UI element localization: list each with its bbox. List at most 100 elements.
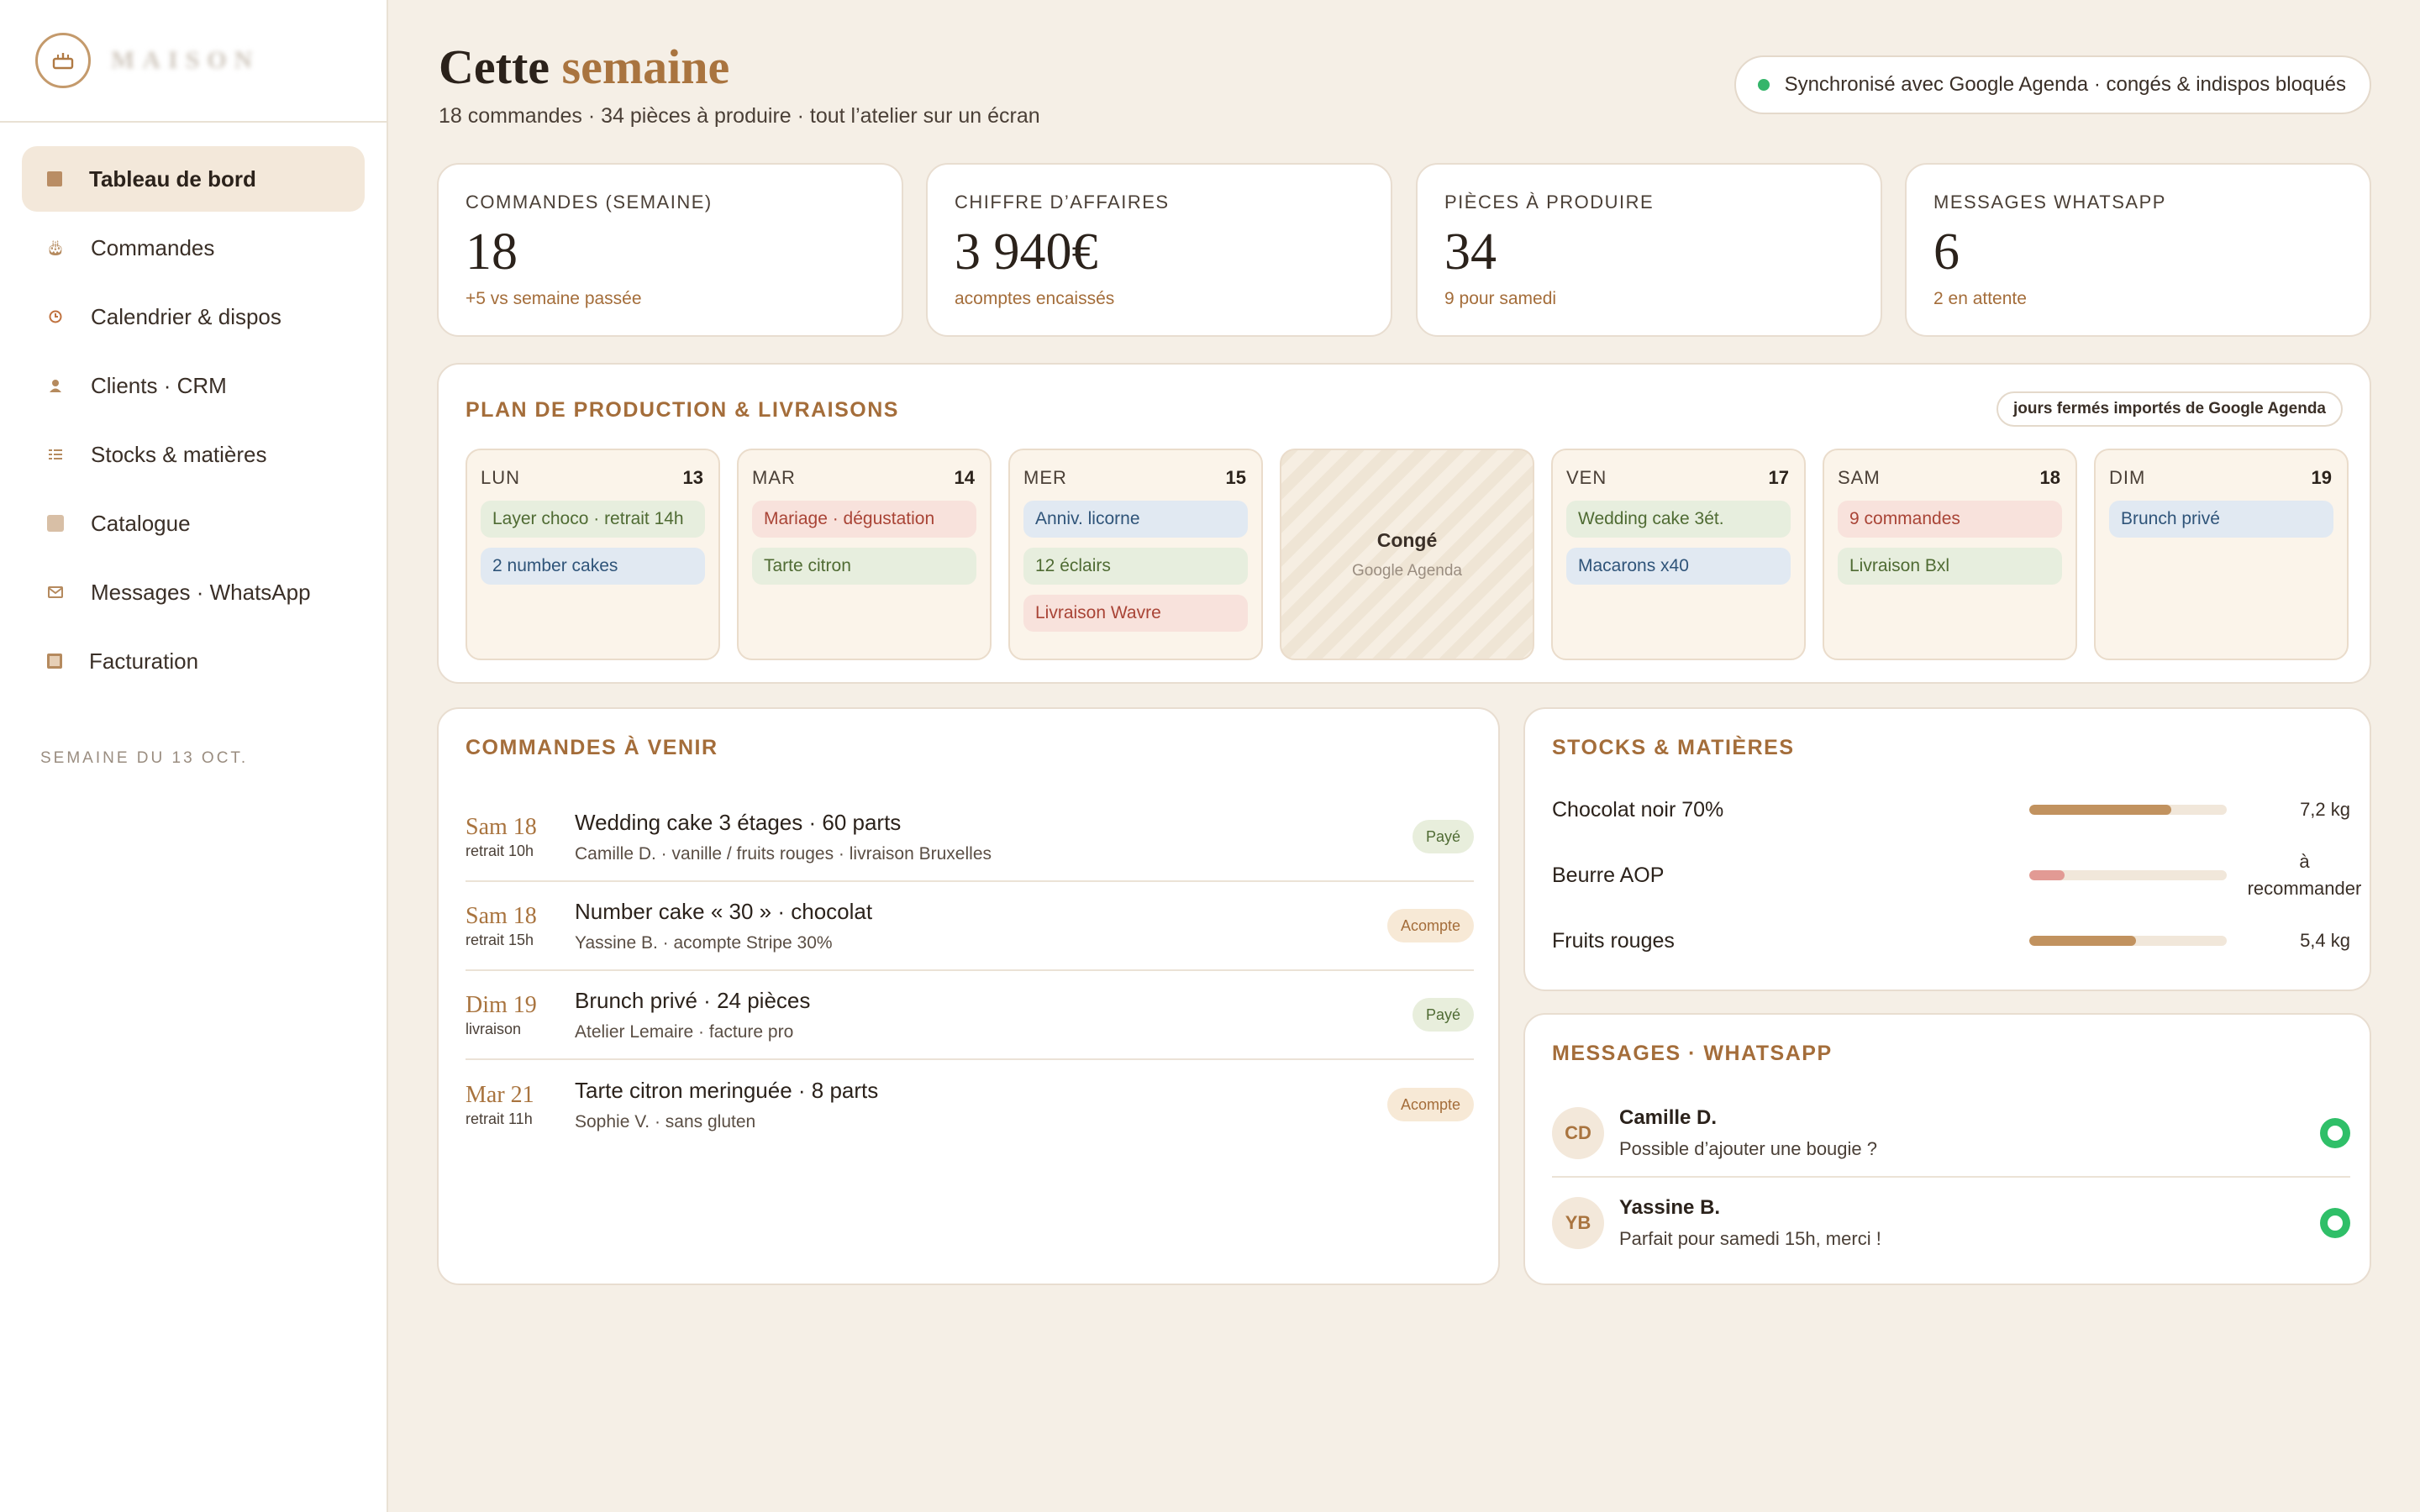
day-column-mon[interactable]: LUN 13 Layer choco · retrait 14h 2 number… — [466, 449, 720, 660]
section-title: STOCKS & MATIÈRES — [1552, 736, 1795, 759]
kpi-value: 18 — [466, 223, 518, 281]
order-detail: Yassine B. · acompte Stripe 30% — [575, 932, 833, 953]
sidebar-item-stocks[interactable]: Stocks & matières — [22, 422, 365, 487]
page-title-accent: semaine — [561, 39, 730, 94]
kpi-card-pieces[interactable]: PIÈCES À PRODUIRE 34 9 pour samedi — [1416, 163, 1882, 337]
stock-name: Fruits rouges — [1552, 928, 1675, 953]
production-plan: PLAN DE PRODUCTION & LIVRAISONS jours fe… — [437, 363, 2371, 684]
order-row[interactable]: Dim 19 livraison Brunch privé · 24 pièces… — [466, 971, 1474, 1060]
day-column-fri[interactable]: VEN 17 Wedding cake 3ét. Macarons x40 — [1551, 449, 1806, 660]
sidebar-nav: Tableau de bord 🎂︎ Commandes Calendrier … — [0, 123, 387, 694]
catalog-icon — [47, 515, 64, 532]
task-chip[interactable]: Macarons x40 — [1566, 548, 1791, 585]
day-off-title: Congé — [1376, 528, 1438, 551]
task-chip[interactable]: Layer choco · retrait 14h — [481, 501, 705, 538]
sync-status-pill[interactable]: Synchronisé avec Google Agenda · congés … — [1733, 55, 2371, 114]
sidebar-item-label: Clients · CRM — [91, 372, 227, 398]
task-chip[interactable]: Mariage · dégustation — [752, 501, 976, 538]
status-badge: Acompte — [1386, 1088, 1474, 1121]
task-chip[interactable]: 12 éclairs — [1023, 548, 1248, 585]
week-days: LUN 13 Layer choco · retrait 14h 2 number… — [466, 449, 2349, 660]
day-name: LUN — [481, 467, 521, 488]
sidebar-item-orders[interactable]: 🎂︎ Commandes — [22, 215, 365, 281]
whatsapp-panel: MESSAGES · WHATSAPP CD Camille D. Possibl… — [1523, 1013, 2371, 1285]
day-name: DIM — [2109, 467, 2146, 488]
day-column-sun[interactable]: DIM 19 Brunch privé — [2094, 449, 2349, 660]
status-badge: Payé — [1412, 998, 1474, 1032]
message-row[interactable]: CD Camille D. Possible d’ajouter une boug… — [1552, 1090, 2350, 1178]
invoice-icon — [47, 654, 62, 669]
whatsapp-icon[interactable] — [2320, 1208, 2350, 1238]
list-icon — [47, 446, 64, 463]
day-number: 13 — [682, 467, 703, 488]
upcoming-orders: COMMANDES À VENIR Sam 18 retrait 10h Wedd… — [437, 707, 1500, 1285]
sidebar-item-clients[interactable]: Clients · CRM — [22, 353, 365, 418]
order-pickup: retrait 10h — [466, 842, 534, 859]
task-chip[interactable]: Livraison Wavre — [1023, 595, 1248, 632]
task-chip[interactable]: 9 commandes — [1838, 501, 2062, 538]
sidebar-item-calendar[interactable]: Calendrier & dispos — [22, 284, 365, 349]
day-name: SAM — [1838, 467, 1881, 488]
kpi-card-messages[interactable]: MESSAGES WHATSAPP 6 2 en attente — [1905, 163, 2371, 337]
day-column-tue[interactable]: MAR 14 Mariage · dégustation Tarte citron — [737, 449, 992, 660]
order-pickup: retrait 11h — [466, 1110, 533, 1127]
day-column-wed[interactable]: MER 15 Anniv. licorne 12 éclairs Livraiso… — [1008, 449, 1263, 660]
task-chip[interactable]: Brunch privé — [2109, 501, 2333, 538]
task-chip[interactable]: Livraison Bxl — [1838, 548, 2062, 585]
task-chip[interactable]: Anniv. licorne — [1023, 501, 1248, 538]
kpi-label: MESSAGES WHATSAPP — [1933, 192, 2166, 213]
stocks-panel: STOCKS & MATIÈRES Chocolat noir 70% 7,2 … — [1523, 707, 2371, 991]
message-row[interactable]: YB Yassine B. Parfait pour samedi 15h, me… — [1552, 1179, 2350, 1267]
order-list: Sam 18 retrait 10h Wedding cake 3 étages … — [466, 793, 1474, 1149]
stock-row[interactable]: Fruits rouges 5,4 kg — [1552, 916, 2350, 966]
stock-row[interactable]: Chocolat noir 70% 7,2 kg — [1552, 785, 2350, 835]
day-number: 19 — [2311, 467, 2332, 488]
order-pickup: livraison — [466, 1020, 522, 1037]
week-label: SEMAINE DU 13 OCT. — [40, 749, 249, 767]
kpi-value: 34 — [1444, 223, 1497, 281]
section-title: COMMANDES À VENIR — [466, 736, 718, 759]
kpi-card-orders[interactable]: COMMANDES (SEMAINE) 18 +5 vs semaine pas… — [437, 163, 903, 337]
sync-status-text: Synchronisé avec Google Agenda · congés … — [1784, 73, 2346, 96]
kpi-note: +5 vs semaine passée — [466, 289, 642, 308]
day-number: 14 — [954, 467, 975, 488]
status-badge: Payé — [1412, 820, 1474, 853]
kpi-value: 3 940€ — [955, 223, 1098, 281]
brand-name: MAISON — [111, 46, 260, 74]
sidebar-item-billing[interactable]: Facturation — [22, 628, 365, 694]
dashboard-icon — [47, 171, 62, 186]
kpi-card-revenue[interactable]: CHIFFRE D’AFFAIRES 3 940€ acomptes encai… — [926, 163, 1392, 337]
order-date: Dim 19 — [466, 991, 537, 1018]
day-name: VEN — [1566, 467, 1607, 488]
status-badge: Acompte — [1386, 909, 1474, 942]
day-column-sat[interactable]: SAM 18 9 commandes Livraison Bxl — [1823, 449, 2077, 660]
sidebar-item-dashboard[interactable]: Tableau de bord — [22, 146, 365, 212]
order-pickup: retrait 15h — [466, 931, 534, 948]
order-row[interactable]: Sam 18 retrait 10h Wedding cake 3 étages … — [466, 793, 1474, 882]
day-column-off[interactable]: Congé Google Agenda — [1280, 449, 1534, 660]
stock-row[interactable]: Beurre AOP à recommander — [1552, 850, 2361, 900]
day-number: 17 — [1768, 467, 1789, 488]
avatar: YB — [1552, 1197, 1604, 1249]
sidebar-item-catalog[interactable]: Catalogue — [22, 491, 365, 556]
whatsapp-icon[interactable] — [2320, 1118, 2350, 1148]
order-row[interactable]: Sam 18 retrait 15h Number cake « 30 » · c… — [466, 882, 1474, 971]
closed-days-pill[interactable]: jours fermés importés de Google Agenda — [1996, 391, 2343, 427]
task-chip[interactable]: Wedding cake 3ét. — [1566, 501, 1791, 538]
task-chip[interactable]: 2 number cakes — [481, 548, 705, 585]
kpi-note: acomptes encaissés — [955, 289, 1115, 308]
order-date: Sam 18 — [466, 902, 537, 929]
sidebar-item-label: Tableau de bord — [89, 165, 256, 192]
task-chip[interactable]: Tarte citron — [752, 548, 976, 585]
cake-icon[interactable] — [35, 33, 91, 88]
sidebar-item-label: Messages · WhatsApp — [91, 579, 311, 605]
clock-icon — [47, 308, 64, 325]
order-detail: Sophie V. · sans gluten — [575, 1111, 756, 1131]
page-subtitle: 18 commandes · 34 pièces à produire · to… — [439, 104, 1040, 128]
kpi-label: COMMANDES (SEMAINE) — [466, 192, 713, 213]
main-content: Cette semaine 18 commandes · 34 pièces à… — [388, 0, 2420, 1512]
sidebar-item-label: Calendrier & dispos — [91, 303, 281, 329]
day-number: 15 — [1225, 467, 1246, 488]
order-row[interactable]: Mar 21 retrait 11h Tarte citron meringuée… — [466, 1060, 1474, 1149]
sidebar-item-messages[interactable]: Messages · WhatsApp — [22, 559, 365, 625]
